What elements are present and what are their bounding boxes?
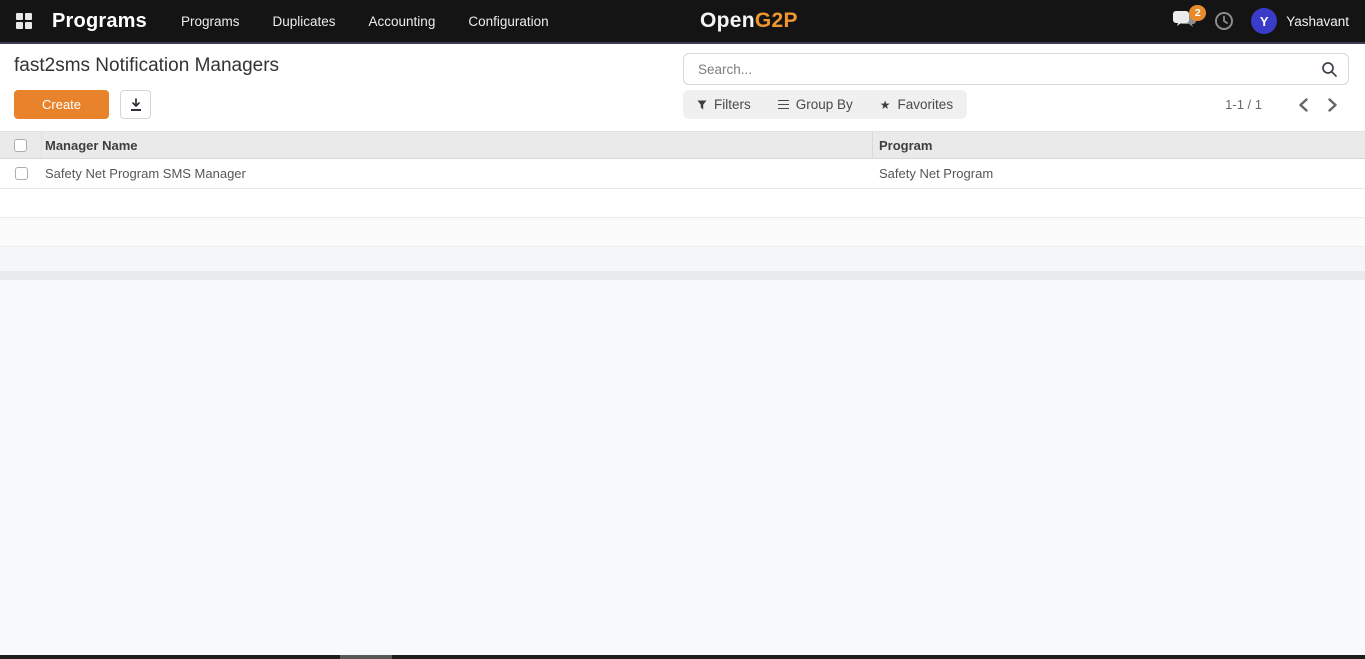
app-brand-title[interactable]: Programs (52, 10, 147, 33)
manager-name-value: Safety Net Program SMS Manager (45, 166, 246, 181)
pager-next-button[interactable] (1321, 94, 1343, 116)
filters-button[interactable]: Filters (697, 97, 751, 112)
apps-grid-square (16, 13, 23, 20)
page-title: fast2sms Notification Managers (14, 55, 280, 76)
activities-button[interactable] (1214, 11, 1234, 31)
pager: 1-1 / 1 (1225, 90, 1343, 119)
user-name: Yashavant (1286, 13, 1349, 29)
table-header-row: Manager Name Program (0, 131, 1365, 159)
empty-row-stripe (0, 218, 1365, 247)
row-select-cell (0, 159, 42, 188)
nav-item-programs[interactable]: Programs (181, 14, 240, 29)
chevron-left-icon (1298, 97, 1308, 112)
create-button[interactable]: Create (14, 90, 110, 119)
column-header-label: Manager Name (45, 137, 138, 153)
group-by-label: Group By (795, 97, 853, 112)
select-all-checkbox[interactable] (14, 138, 27, 152)
search-input[interactable] (684, 61, 1310, 77)
search-icon (1321, 61, 1337, 77)
apps-grid-square (25, 13, 32, 20)
apps-grid-square (16, 22, 23, 29)
nav-item-configuration[interactable]: Configuration (468, 14, 548, 29)
nav-item-duplicates[interactable]: Duplicates (273, 14, 336, 29)
logo-text-g2p: G2P (754, 9, 798, 32)
horizontal-scrollbar[interactable] (0, 655, 1365, 659)
logo-text-open: Open (700, 9, 755, 32)
filter-bar: Filters Group By ★ Favorites (683, 90, 968, 119)
navbar-right-cluster: 2 Y Yashavant (1173, 5, 1349, 34)
nav-menu: Programs Duplicates Accounting Configura… (181, 14, 549, 29)
messages-count-badge: 2 (1189, 5, 1207, 21)
search-submit[interactable] (1310, 61, 1348, 78)
column-header-manager-name[interactable]: Manager Name (42, 132, 873, 158)
search-box (683, 53, 1349, 85)
table-row[interactable]: Safety Net Program SMS Manager Safety Ne… (0, 159, 1365, 189)
download-icon (130, 97, 141, 111)
user-avatar: Y (1251, 8, 1278, 34)
row-cell-program[interactable]: Safety Net Program (873, 159, 1365, 188)
group-by-button[interactable]: Group By (777, 97, 853, 112)
top-navbar: Programs Programs Duplicates Accounting … (0, 0, 1365, 44)
empty-row-stripe (0, 189, 1365, 218)
content-header: fast2sms Notification Managers Create Se… (0, 44, 1365, 131)
chevron-right-icon (1327, 97, 1337, 112)
apps-grid-icon[interactable] (16, 13, 32, 29)
clock-icon (1215, 12, 1234, 30)
group-by-icon (777, 100, 789, 109)
empty-row-stripe (0, 247, 1365, 271)
nav-item-accounting[interactable]: Accounting (369, 14, 436, 29)
filters-label: Filters (714, 97, 751, 112)
action-buttons: Create (14, 90, 152, 119)
column-header-program[interactable]: Program (873, 132, 1365, 158)
table-bottom-shade (0, 271, 1365, 280)
favorites-label: Favorites (897, 97, 954, 112)
column-header-label: Program (879, 137, 933, 153)
pager-range: 1-1 / 1 (1225, 97, 1262, 112)
openg2p-logo: OpenG2P (700, 9, 798, 33)
user-menu[interactable]: Y Yashavant (1251, 8, 1349, 34)
row-checkbox[interactable] (14, 167, 28, 180)
row-cell-manager-name[interactable]: Safety Net Program SMS Manager (42, 159, 873, 188)
funnel-icon (697, 100, 707, 109)
scrollbar-thumb[interactable] (340, 655, 392, 659)
apps-grid-square (25, 22, 32, 29)
export-button[interactable] (120, 90, 152, 119)
favorites-button[interactable]: ★ Favorites (880, 97, 953, 112)
pager-previous-button[interactable] (1292, 94, 1314, 116)
program-value: Safety Net Program (879, 166, 994, 181)
messages-button[interactable]: 2 (1173, 5, 1207, 32)
select-all-cell (0, 132, 42, 158)
list-view: Manager Name Program Safety Net Program … (0, 131, 1365, 280)
app-window: Programs Programs Duplicates Accounting … (0, 0, 1365, 659)
favorites-star-icon: ★ (879, 97, 891, 112)
